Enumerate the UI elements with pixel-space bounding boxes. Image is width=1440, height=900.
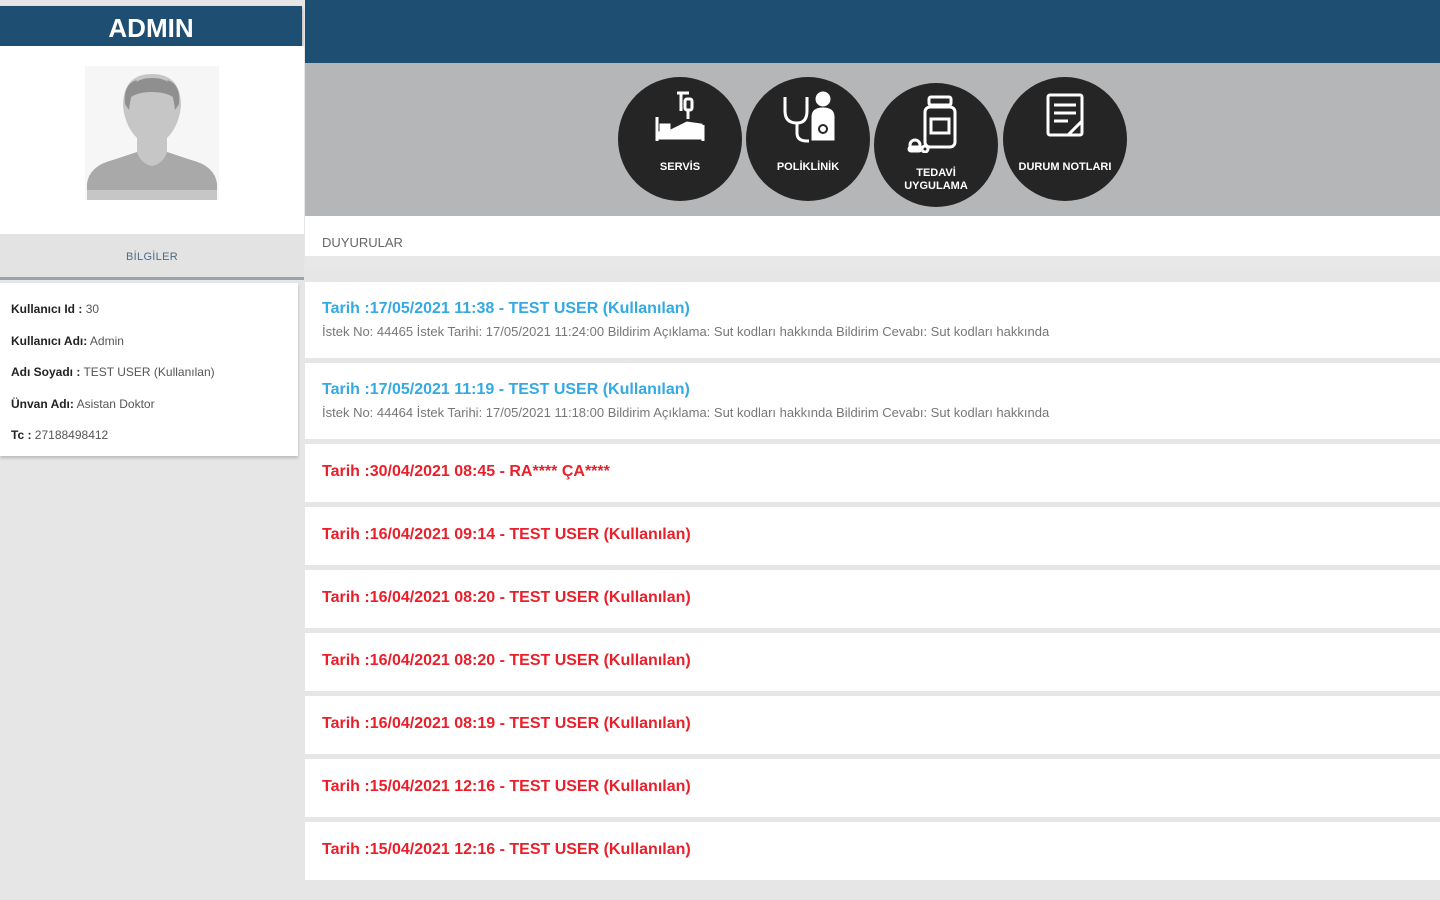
info-label: Adı Soyadı : <box>11 365 81 379</box>
announcement-title: Tarih :17/05/2021 11:19 - TEST USER (Kul… <box>322 381 690 398</box>
info-label: Ünvan Adı: <box>11 396 74 411</box>
info-tc: Tc : 27188498412 <box>0 428 298 460</box>
announcement-item[interactable]: Tarih :15/04/2021 12:16 - TEST USER (Kul… <box>305 759 1440 817</box>
announcement-title: Tarih :16/04/2021 09:14 - TEST USER (Kul… <box>322 526 691 543</box>
announcement-item[interactable]: Tarih :16/04/2021 09:14 - TEST USER (Kul… <box>305 507 1440 565</box>
announcement-detail: İstek No: 44465 İstek Tarihi: 17/05/2021… <box>322 324 1050 339</box>
tedavi-uygulama-button[interactable]: TEDAVİ UYGULAMA <box>874 83 998 207</box>
user-info-card: Kullanıcı Id : 30 Kullanıcı Adı: Admin A… <box>0 283 298 456</box>
announcements-list: Tarih :17/05/2021 11:38 - TEST USER (Kul… <box>305 282 1440 885</box>
announcement-item[interactable]: Tarih :17/05/2021 11:19 - TEST USER (Kul… <box>305 363 1440 439</box>
main-menu: SERVİS POLİKLİNİK TEDAVİ UYGULAMA DURUM … <box>305 63 1440 216</box>
announcement-item[interactable]: Tarih :30/04/2021 08:45 - RA**** ÇA**** <box>305 444 1440 502</box>
hospital-bed-iv-icon <box>655 91 705 141</box>
bilgiler-tab[interactable]: BİLGİLER <box>0 234 304 280</box>
info-value: 30 <box>85 302 100 316</box>
announcement-item[interactable]: Tarih :15/04/2021 12:16 - TEST USER (Kul… <box>305 822 1440 880</box>
info-title: Ünvan Adı: Asistan Doktor <box>0 397 298 429</box>
top-bar <box>305 0 1440 63</box>
info-label: Kullanıcı Id : <box>11 302 83 316</box>
announcement-title: Tarih :16/04/2021 08:19 - TEST USER (Kul… <box>322 715 691 732</box>
durum-notlari-button[interactable]: DURUM NOTLARI <box>1003 77 1127 201</box>
announcement-item[interactable]: Tarih :17/05/2021 11:38 - TEST USER (Kul… <box>305 282 1440 358</box>
avatar <box>85 66 219 200</box>
tedavi-label-line1: TEDAVİ <box>916 167 956 179</box>
servis-button[interactable]: SERVİS <box>618 77 742 201</box>
announcement-item[interactable]: Tarih :16/04/2021 08:19 - TEST USER (Kul… <box>305 696 1440 754</box>
announcements-header: DUYURULAR <box>305 216 1440 268</box>
servis-label: SERVİS <box>659 161 701 173</box>
profile-card <box>0 46 304 234</box>
announcement-title: Tarih :15/04/2021 12:16 - TEST USER (Kul… <box>322 841 691 858</box>
info-value: 27188498412 <box>34 428 109 442</box>
info-value: Asistan Doktor <box>76 396 155 411</box>
info-label: Kullanıcı Adı: <box>11 333 88 348</box>
info-value: TEST USER (Kullanılan) <box>83 365 215 379</box>
stethoscope-doctor-icon <box>783 91 835 143</box>
announcement-title: Tarih :16/04/2021 08:20 - TEST USER (Kul… <box>322 589 691 606</box>
durum-notlari-label: DURUM NOTLARI <box>1018 161 1112 173</box>
info-user-id: Kullanıcı Id : 30 <box>0 302 298 334</box>
tedavi-label-line2: UYGULAMA <box>904 180 968 192</box>
announcement-item[interactable]: Tarih :16/04/2021 08:20 - TEST USER (Kul… <box>305 633 1440 691</box>
announcement-title: Tarih :15/04/2021 12:16 - TEST USER (Kul… <box>322 778 691 795</box>
tedavi-uygulama-label: TEDAVİ UYGULAMA <box>874 167 998 193</box>
medicine-bottle-pills-icon <box>907 95 957 153</box>
info-username: Kullanıcı Adı: Admin <box>0 334 298 366</box>
info-value: Admin <box>89 333 124 348</box>
poliklinik-label: POLİKLİNİK <box>776 161 840 173</box>
info-label: Tc : <box>11 428 32 442</box>
announcement-detail: İstek No: 44464 İstek Tarihi: 17/05/2021… <box>322 405 1050 420</box>
announcement-title: Tarih :16/04/2021 08:20 - TEST USER (Kul… <box>322 652 691 669</box>
notes-document-icon <box>1046 93 1084 137</box>
announcement-title: Tarih :30/04/2021 08:45 - RA**** ÇA**** <box>322 463 610 480</box>
user-silhouette-icon <box>87 74 217 200</box>
announcement-item[interactable]: Tarih :16/04/2021 08:20 - TEST USER (Kul… <box>305 570 1440 628</box>
sidebar-title: ADMIN <box>0 6 302 46</box>
sidebar: ADMIN BİLGİLER Kullanıcı Id : 30 Kullanı… <box>0 0 304 900</box>
poliklinik-button[interactable]: POLİKLİNİK <box>746 77 870 201</box>
bilgiler-label: BİLGİLER <box>126 251 178 263</box>
announcement-title: Tarih :17/05/2021 11:38 - TEST USER (Kul… <box>322 300 690 317</box>
announcements-title: DUYURULAR <box>322 235 403 250</box>
info-full-name: Adı Soyadı : TEST USER (Kullanılan) <box>0 365 298 397</box>
